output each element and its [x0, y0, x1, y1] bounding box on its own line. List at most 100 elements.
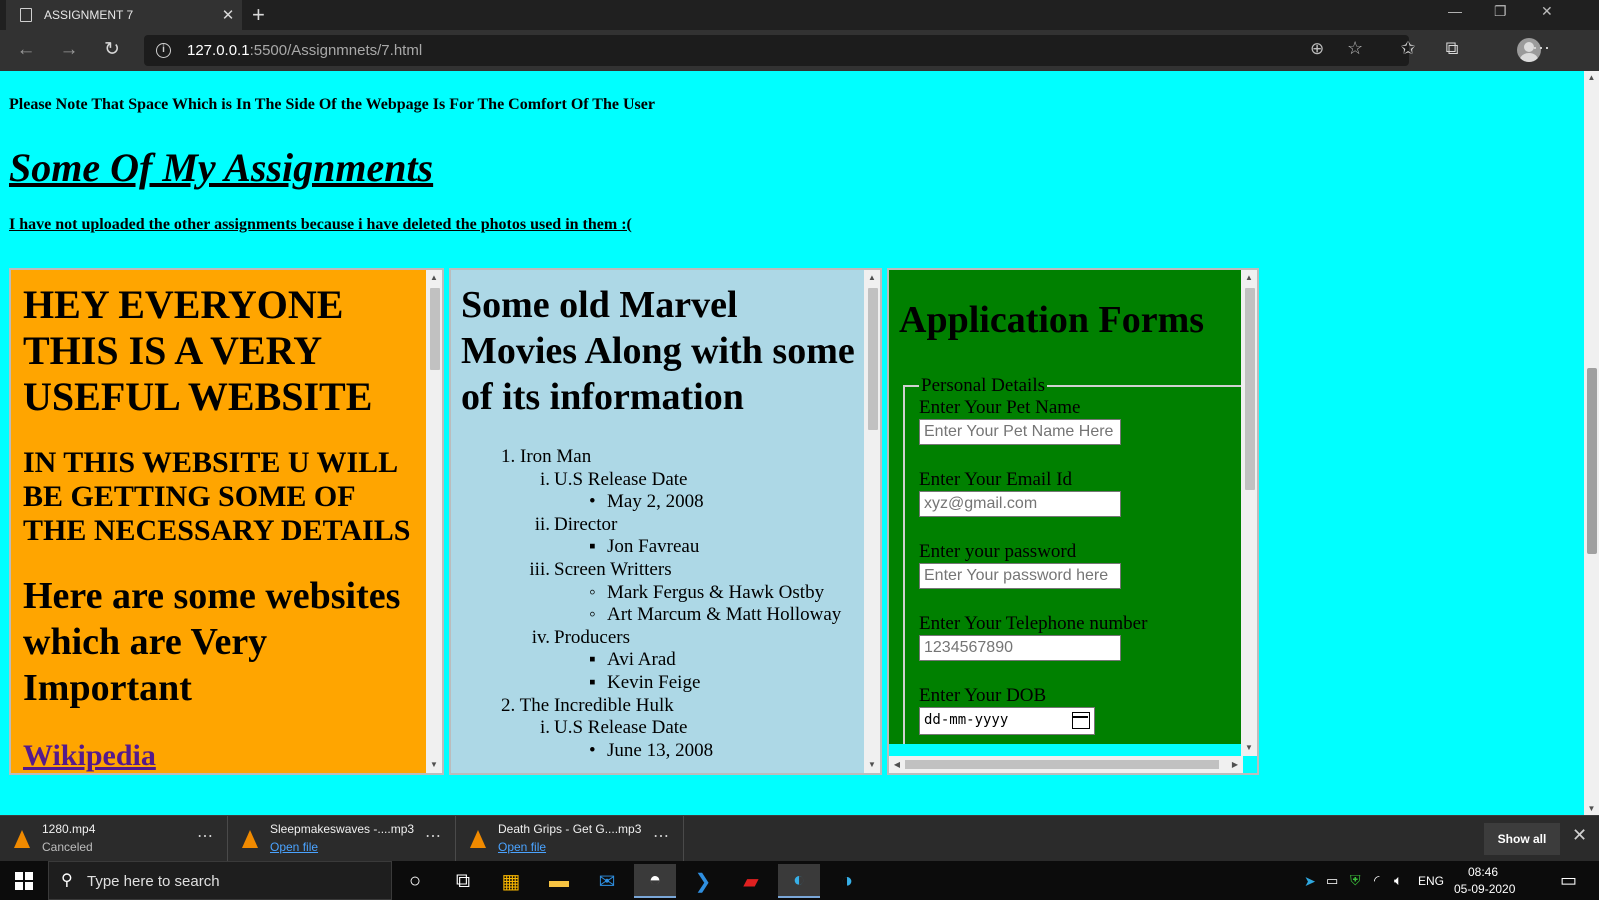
photos-icon[interactable]: ◓	[634, 864, 676, 898]
marvel-scrollbar[interactable]: ▲ ▼	[864, 270, 880, 773]
restore-icon[interactable]: ❐	[1494, 3, 1507, 20]
mail-icon[interactable]: ✉	[586, 864, 628, 898]
file-explorer-icon[interactable]: ▬	[538, 864, 580, 898]
scroll-thumb[interactable]	[868, 288, 878, 430]
page-icon	[20, 8, 32, 22]
back-icon[interactable]: ←	[14, 38, 38, 62]
scroll-up-icon[interactable]: ▲	[1584, 73, 1599, 82]
movie-title-text: Iron Man	[520, 446, 592, 467]
dob-value: dd-mm-yyyy	[924, 712, 1009, 728]
favorites-icon[interactable]: ✩	[1396, 38, 1420, 59]
minimize-icon[interactable]: —	[1448, 3, 1462, 19]
more-menu-icon[interactable]: ⋯	[1529, 38, 1553, 59]
clock-date[interactable]: 05-09-2020	[1454, 882, 1515, 896]
wikipedia-link[interactable]: Wikipedia	[23, 739, 416, 773]
section-detail: • June 13, 2008	[461, 740, 856, 763]
scroll-thumb[interactable]	[430, 288, 440, 370]
scroll-down-icon[interactable]: ▼	[426, 757, 442, 773]
show-all-button[interactable]: Show all	[1484, 823, 1560, 855]
movie-list: 1. Iron Man i. U.S Release Date • May 2, 200…	[461, 446, 856, 762]
scroll-left-icon[interactable]: ◀	[889, 756, 905, 773]
new-tab-icon[interactable]: +	[252, 2, 265, 28]
url-path: :5500/Assignmnets/7.html	[249, 42, 423, 59]
section-label: U.S Release Date	[554, 468, 688, 490]
clock-time[interactable]: 08:46	[1468, 865, 1498, 879]
telephone-input[interactable]: 1234567890	[919, 635, 1121, 661]
volume-icon[interactable]: 🔈︎	[1394, 872, 1402, 889]
calendar-icon[interactable]	[1072, 712, 1090, 729]
download-name: Death Grips - Get G....mp3	[498, 822, 642, 836]
open-file-link[interactable]: Open file	[270, 840, 318, 854]
windows-start-icon[interactable]	[15, 872, 33, 890]
notifications-icon[interactable]: ▭	[1560, 870, 1577, 891]
page-subnote: I have not uploaded the other assignment…	[9, 216, 632, 233]
tab-assignment-7[interactable]: ASSIGNMENT 7 ✕	[6, 0, 242, 30]
password-input[interactable]: Enter Your password here	[919, 563, 1121, 589]
section-number: ii.	[534, 513, 550, 535]
open-file-link[interactable]: Open file	[498, 840, 546, 854]
language-indicator[interactable]: ENG	[1418, 874, 1444, 888]
forward-icon[interactable]: →	[57, 38, 81, 62]
section-detail: ▪ Jon Favreau	[461, 536, 856, 559]
edge-beta-icon[interactable]: ◐	[778, 864, 820, 898]
more-icon[interactable]: ⋯	[425, 826, 441, 846]
pdf-reader-icon[interactable]: ▰	[730, 864, 772, 898]
dob-label: Enter Your DOB	[919, 685, 1047, 706]
section-detail: ▪ Avi Arad	[461, 649, 856, 672]
movie-title: 2.	[501, 694, 516, 716]
forms-scrollbar[interactable]: ▲ ▼	[1241, 270, 1257, 756]
collections-icon[interactable]: ⧉	[1440, 38, 1464, 59]
bullet-icon: •	[589, 491, 596, 513]
scroll-down-icon[interactable]: ▼	[1584, 804, 1599, 813]
section-label: Director	[554, 513, 618, 535]
section-detail: ◦ Mark Fergus & Hawk Ostby	[461, 582, 856, 605]
more-icon[interactable]: ⋯	[197, 826, 213, 846]
forms-hscrollbar[interactable]: ◀ ▶	[889, 756, 1243, 773]
scroll-up-icon[interactable]: ▲	[426, 270, 442, 286]
task-view-icon[interactable]: ⧉	[442, 864, 484, 898]
tab-close-icon[interactable]: ✕	[214, 6, 242, 24]
vlc-icon	[14, 830, 30, 848]
edge-icon[interactable]: ◑	[826, 864, 868, 898]
more-icon[interactable]: ⋯	[653, 826, 669, 846]
download-item[interactable]: Death Grips - Get G....mp3 Open file ⋯	[456, 816, 684, 862]
telegram-icon[interactable]: ➤	[1304, 873, 1316, 890]
page-scroll-thumb[interactable]	[1587, 368, 1597, 554]
security-icon[interactable]: ⛨	[1350, 872, 1361, 889]
download-item[interactable]: Sleepmakeswaves -....mp3 Open file ⋯	[228, 816, 456, 862]
info-icon[interactable]: i	[156, 43, 171, 58]
marvel-content: Some old Marvel Movies Along with some o…	[451, 270, 866, 773]
scroll-thumb[interactable]	[1245, 288, 1255, 490]
hscroll-thumb[interactable]	[905, 760, 1219, 769]
detail-text: May 2, 2008	[607, 491, 704, 513]
email-input[interactable]: xyz@gmail.com	[919, 491, 1121, 517]
taskbar-search[interactable]: ⚲ Type here to search	[48, 861, 392, 900]
network-status-icon[interactable]: ▭	[1326, 873, 1338, 889]
page-scrollbar[interactable]: ▲ ▼	[1584, 71, 1599, 815]
favorite-star-icon[interactable]: ☆	[1347, 38, 1363, 59]
vscode-icon[interactable]: ❯	[682, 864, 724, 898]
section-detail: • May 2, 2008	[461, 491, 856, 514]
scroll-down-icon[interactable]: ▼	[1241, 740, 1257, 756]
section-detail: ▪ Kevin Feige	[461, 672, 856, 695]
scroll-right-icon[interactable]: ▶	[1227, 756, 1243, 773]
close-downloads-icon[interactable]: ✕	[1572, 825, 1587, 846]
pet-name-input[interactable]: Enter Your Pet Name Here	[919, 419, 1121, 445]
vlc-icon	[242, 830, 258, 848]
store-icon[interactable]: ▦	[490, 864, 532, 898]
scroll-down-icon[interactable]: ▼	[864, 757, 880, 773]
zoom-icon[interactable]: ⊕	[1310, 39, 1324, 59]
section-number: i.	[539, 717, 550, 739]
download-item[interactable]: 1280.mp4 Canceled ⋯	[0, 816, 228, 862]
scroll-up-icon[interactable]: ▲	[1241, 270, 1257, 286]
url-text[interactable]: 127.0.0.1:5500/Assignmnets/7.html	[187, 42, 422, 59]
refresh-icon[interactable]: ↻	[100, 38, 124, 62]
cortana-icon[interactable]: ○	[394, 864, 436, 898]
address-bar[interactable]: i 127.0.0.1:5500/Assignmnets/7.html ⊕ ☆	[144, 35, 1409, 66]
intro-scrollbar[interactable]: ▲ ▼	[426, 270, 442, 773]
wifi-icon[interactable]: ◜	[1374, 872, 1379, 889]
dob-date-input[interactable]: dd-mm-yyyy	[919, 707, 1095, 735]
scroll-up-icon[interactable]: ▲	[864, 270, 880, 286]
intro-heading-1: HEY EVERYONE THIS IS A VERY USEFUL WEBSI…	[23, 282, 373, 419]
window-close-icon[interactable]: ✕	[1541, 3, 1553, 20]
